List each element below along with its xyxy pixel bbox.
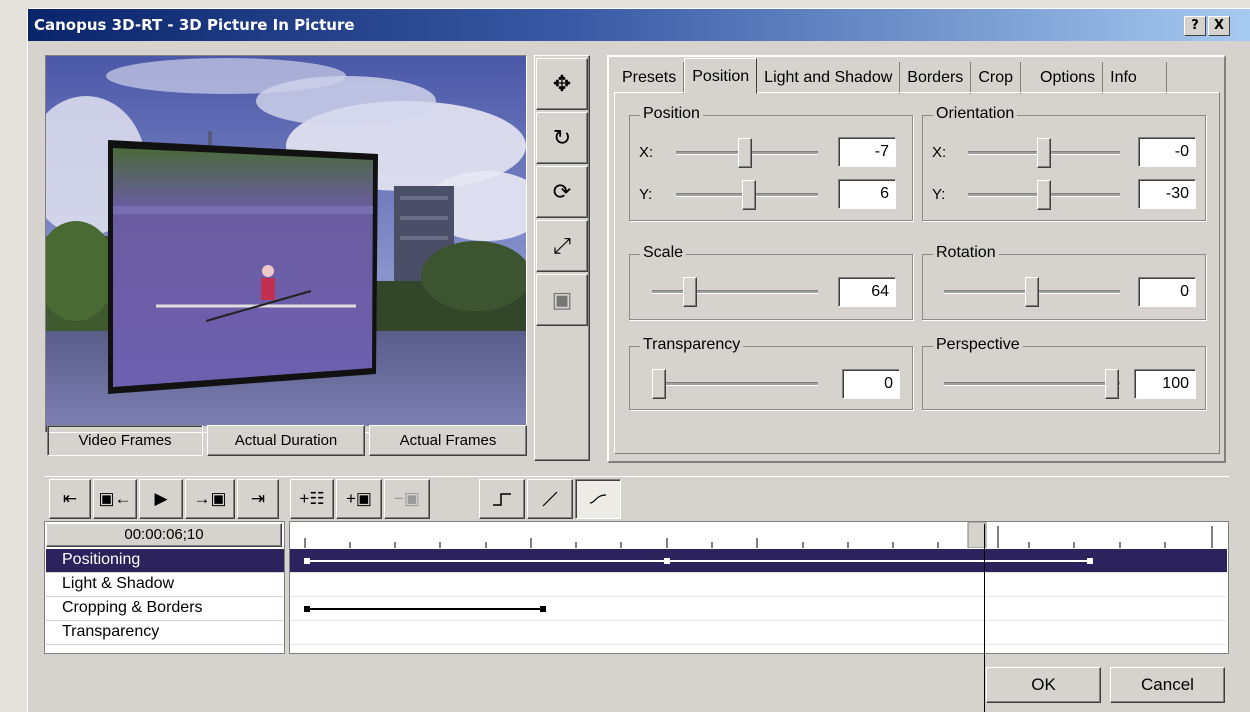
actual-frames-tab[interactable]: Actual Frames [369,425,527,456]
position-y-slider[interactable] [742,180,756,210]
prev-keyframe-button[interactable]: ▣← [93,479,137,519]
tab-info[interactable]: Info [1103,62,1168,94]
orientation-y-label: Y: [932,186,946,203]
playhead-tail [984,654,985,712]
step-interp-icon [493,493,511,506]
help-button[interactable]: ? [1184,16,1206,36]
smooth-interp-icon [589,494,607,504]
orientation-y-field[interactable]: -30 [1138,179,1196,209]
scale-icon[interactable]: ⤢ [536,220,588,272]
scale-field[interactable]: 64 [838,277,896,307]
rotate-xy-icon[interactable]: ↻ [536,112,588,164]
positioning-keyline [306,560,1090,562]
position-x-field[interactable]: -7 [838,137,896,167]
move-glyph: ✥ [552,71,572,96]
linear-interp-icon [542,491,558,507]
positioning-keyframe[interactable] [304,558,310,564]
positioning-keyframe[interactable] [1087,558,1093,564]
tab-light-and-shadow[interactable]: Light and Shadow [757,62,901,94]
tab-borders[interactable]: Borders [900,62,972,94]
track-row-positioning[interactable] [290,549,1227,573]
rotate-xy-glyph: ↻ [552,125,572,150]
perspective-field[interactable]: 100 [1134,369,1196,399]
go-to-start-button[interactable]: ⇤ [49,479,91,519]
scale-track [652,290,818,294]
track-row-transparency[interactable] [290,621,1227,645]
position-y-field[interactable]: 6 [838,179,896,209]
perspective-group-label: Perspective [933,336,1023,354]
track-label-cropping-borders[interactable]: Cropping & Borders [46,597,284,621]
track-label-transparency[interactable]: Transparency [46,621,284,645]
track-row-cropping-borders[interactable] [290,597,1227,621]
scale-glyph: ⤢ [553,233,571,258]
rotation-group-label: Rotation [933,244,999,262]
go-to-end-button[interactable]: ⇥ [237,479,279,519]
position-x-slider[interactable] [738,138,752,168]
preview-image [46,56,526,426]
transparency-slider[interactable] [652,369,666,399]
window-title: Canopus 3D-RT - 3D Picture In Picture [34,16,355,34]
perspective-slider[interactable] [1105,369,1119,399]
shadow-glyph: ▣ [551,287,573,312]
move-icon[interactable]: ✥ [536,58,588,110]
transparency-field[interactable]: 0 [842,369,900,399]
position-group-label: Position [640,105,703,123]
orientation-x-label: X: [932,144,947,161]
tab-crop[interactable]: Crop [971,62,1021,94]
transparency-group-label: Transparency [640,336,744,354]
position-y-label: Y: [639,186,653,203]
perspective-track [944,382,1120,386]
step-interpolation-button[interactable] [479,479,525,519]
orientation-x-slider[interactable] [1037,138,1051,168]
scale-slider[interactable] [683,277,697,307]
ok-button[interactable]: OK [986,667,1101,703]
orientation-x-field[interactable]: -0 [1138,137,1196,167]
cropping-keyline [306,608,543,610]
cropping-keyframe[interactable] [540,606,546,612]
video-frames-tab[interactable]: Video Frames [47,425,203,456]
orientation-y-slider[interactable] [1037,180,1051,210]
position-x-label: X: [639,144,654,161]
linear-interpolation-button[interactable] [527,479,573,519]
property-tabs: Presets Position Light and Shadow Border… [615,58,1168,94]
timeline-ruler [290,521,1228,549]
play-button[interactable]: ▶ [139,479,183,519]
video-preview[interactable] [45,55,527,433]
smooth-interpolation-button[interactable] [575,479,621,519]
transparency-track [652,382,818,386]
title-bar[interactable]: Canopus 3D-RT - 3D Picture In Picture [28,9,1250,41]
playhead[interactable] [984,524,985,654]
close-button[interactable]: X [1208,16,1230,36]
shadow-icon[interactable]: ▣ [536,274,588,326]
orientation-group-label: Orientation [933,105,1018,123]
tab-presets[interactable]: Presets [615,62,685,94]
scale-group-label: Scale [640,244,687,262]
rotation-field[interactable]: 0 [1138,277,1196,307]
add-keyframe-button[interactable]: +▣ [336,479,382,519]
track-row-light-shadow[interactable] [290,573,1227,597]
add-all-keyframes-button[interactable]: +☷ [290,479,334,519]
actual-duration-tab[interactable]: Actual Duration [207,425,365,456]
rotate-z-icon[interactable]: ⟳ [536,166,588,218]
cropping-keyframe[interactable] [304,606,310,612]
remove-keyframe-button[interactable]: −▣ [384,479,430,519]
cancel-button[interactable]: Cancel [1110,667,1225,703]
ruler-ticks [304,521,1213,549]
track-label-positioning[interactable]: Positioning [46,549,284,573]
tab-options[interactable]: Options [1033,62,1104,94]
timecode-display: 00:00:06;10 [46,523,282,547]
rotation-slider[interactable] [1025,277,1039,307]
positioning-keyframe[interactable] [664,558,670,564]
next-keyframe-button[interactable]: →▣ [185,479,235,519]
rotate-z-glyph: ⟳ [552,179,572,204]
track-label-light-shadow[interactable]: Light & Shadow [46,573,284,597]
tab-position[interactable]: Position [684,58,758,94]
